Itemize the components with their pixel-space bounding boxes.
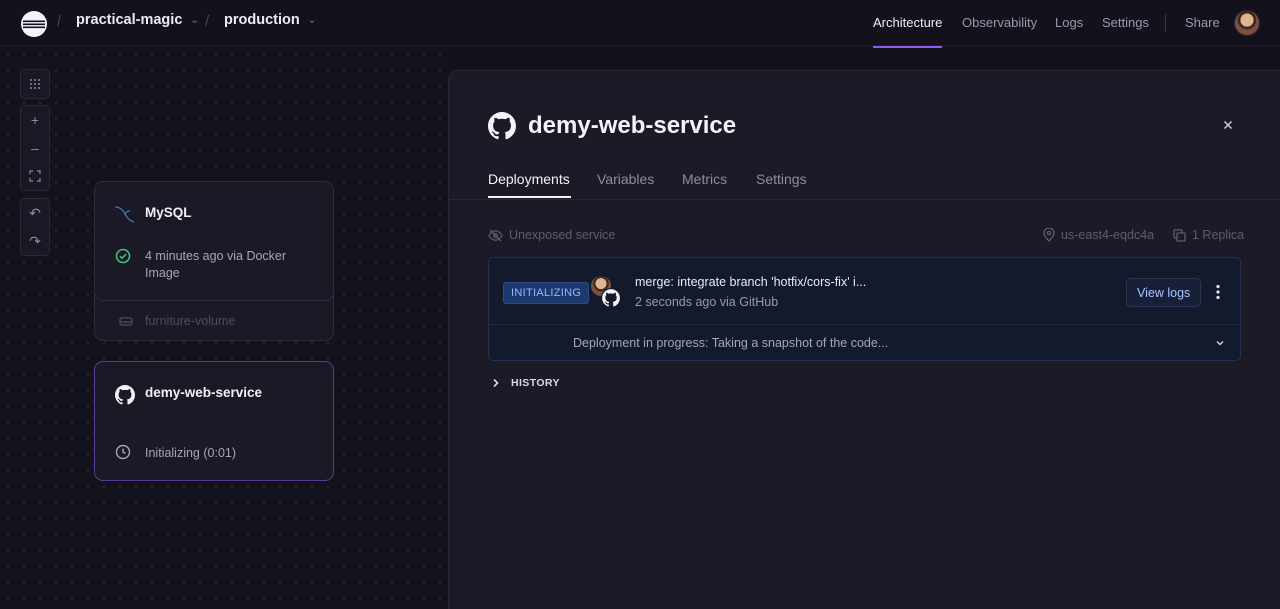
nav-architecture[interactable]: Architecture [873,15,942,30]
zoom-in-icon[interactable]: + [21,106,49,134]
service-panel: demy-web-service Deployments Variables M… [448,70,1280,609]
chevron-down-icon: ⌄ [190,14,199,26]
tab-metrics[interactable]: Metrics [682,171,727,187]
breadcrumb-separator: / [57,13,62,30]
canvas-layout-toolbox [20,69,50,99]
canvas-history-toolbox: ↶ ↷ [20,198,50,256]
eye-off-icon [488,229,503,241]
github-icon [488,112,516,140]
service-name: demy-web-service [145,385,263,400]
region-info[interactable]: us-east4-eqdc4a [1043,228,1154,242]
breadcrumb-separator: / [205,13,210,30]
nav-divider [1165,14,1166,32]
github-icon [601,288,621,308]
top-bar: / practical-magic ⌄ / production ⌄ Archi… [0,0,1280,46]
project-name: practical-magic [76,12,183,28]
service-name: MySQL [145,205,192,220]
tab-settings[interactable]: Settings [756,171,807,187]
service-card-mysql[interactable]: MySQL 4 minutes ago via Docker Image [94,181,334,301]
map-pin-icon [1043,228,1055,242]
active-deployment-card[interactable]: INITIALIZING merge: integrate branch 'ho… [488,257,1241,361]
service-status-line-1: 4 minutes ago via Docker [145,249,287,263]
railway-logo-icon[interactable] [20,10,48,38]
service-status-line-2: Image [145,266,180,280]
mysql-dolphin-icon [114,206,135,223]
more-vertical-icon[interactable] [1211,280,1225,304]
volume-name: furniture-volume [145,314,236,328]
grid-icon[interactable] [21,70,49,98]
nav-settings[interactable]: Settings [1102,15,1149,30]
undo-icon[interactable]: ↶ [21,199,49,227]
replica-label: 1 Replica [1192,228,1245,242]
deployment-progress: Deployment in progress: Taking a snapsho… [573,336,889,350]
service-status: Initializing (0:01) [145,446,237,460]
close-icon[interactable] [1220,117,1236,133]
project-selector[interactable]: practical-magic ⌄ [76,12,199,28]
commit-message: merge: integrate branch 'hotfix/cors-fix… [635,275,867,289]
replica-info[interactable]: 1 Replica [1173,228,1244,242]
copy-icon [1173,228,1186,242]
region-label: us-east4-eqdc4a [1061,228,1155,242]
deployment-divider [489,324,1240,325]
nav-logs[interactable]: Logs [1055,15,1083,30]
chevron-down-icon[interactable] [1214,337,1226,349]
tab-deployments[interactable]: Deployments [488,171,570,187]
canvas-zoom-toolbox: + – [20,105,50,191]
user-avatar[interactable] [1234,10,1260,36]
zoom-out-icon[interactable]: – [21,134,49,162]
history-toggle[interactable]: HISTORY [491,377,560,389]
active-nav-indicator [873,46,942,48]
chevron-down-icon: ⌄ [307,14,317,26]
fit-view-icon[interactable] [21,162,49,190]
environment-selector[interactable]: production ⌄ [224,12,316,28]
active-tab-indicator [488,196,571,198]
status-badge: INITIALIZING [503,282,590,304]
view-logs-button[interactable]: View logs [1126,278,1202,307]
architecture-canvas[interactable]: + – ↶ ↷ furniture-volume MySQL 4 minutes… [0,47,448,609]
tab-variables[interactable]: Variables [597,171,654,187]
hard-drive-icon [119,317,133,326]
exposure-status[interactable]: Unexposed service [488,228,615,242]
tabs-divider [449,199,1280,200]
clock-icon [115,444,131,460]
deployment-meta: 2 seconds ago via GitHub [635,295,779,309]
github-icon [115,385,135,405]
check-circle-icon [115,248,131,264]
panel-title: demy-web-service [528,112,737,139]
redo-icon[interactable]: ↷ [21,227,49,255]
exposure-label: Unexposed service [509,228,616,242]
chevron-right-icon [493,378,499,388]
history-label: HISTORY [511,377,560,389]
share-button[interactable]: Share [1185,15,1220,30]
service-card-demy-web-service[interactable]: demy-web-service Initializing (0:01) [94,361,334,481]
nav-observability[interactable]: Observability [962,15,1037,30]
environment-name: production [224,12,300,28]
